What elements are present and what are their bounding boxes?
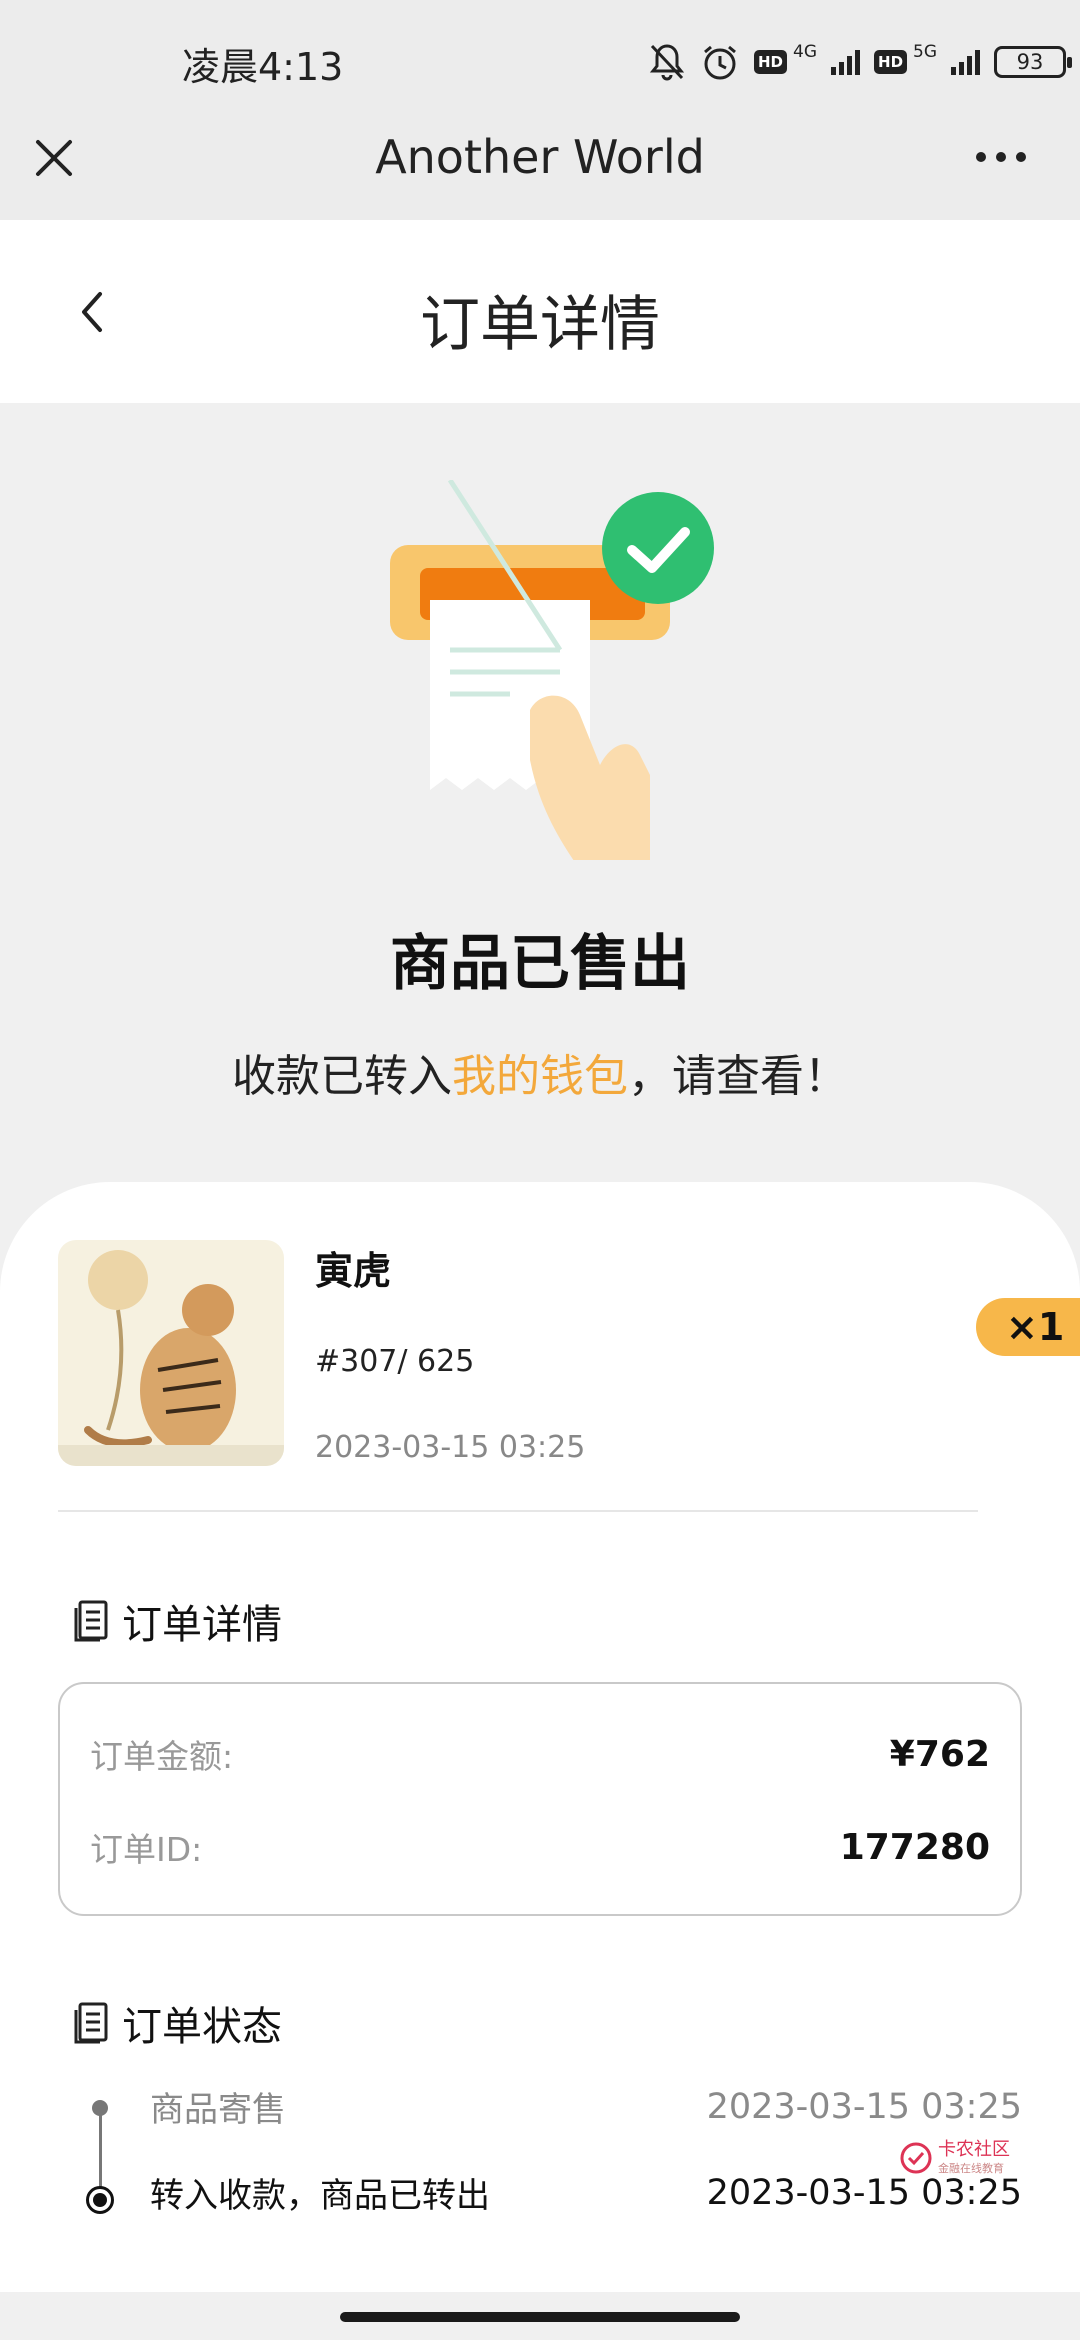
- subtitle-prefix: 收款已转入: [232, 1051, 452, 1102]
- status-icons: HD 4G HD 5G 93: [648, 38, 1073, 86]
- mute-bell-icon: [649, 44, 685, 81]
- quantity-badge: ×1: [976, 1298, 1080, 1356]
- order-id-label: 订单ID:: [90, 1830, 203, 1869]
- order-details-heading: 订单详情: [74, 1592, 282, 1650]
- hd-badge: HD: [874, 50, 908, 74]
- status-bar: 凌晨4:13 HD 4G HD 5G 93: [0, 0, 1080, 120]
- page-header: 订单详情: [0, 220, 1080, 403]
- amount-value: ¥762: [889, 1733, 990, 1775]
- receipt-illustration: [390, 480, 714, 860]
- network-type: 5G: [913, 42, 938, 62]
- sold-title: 商品已售出: [390, 929, 690, 999]
- document-icon: [74, 1600, 108, 1642]
- amount-row: 订单金额: ¥762: [90, 1729, 990, 1779]
- battery-icon: 93: [994, 46, 1073, 78]
- product-time: 2023-03-15 03:25: [315, 1430, 586, 1465]
- hd-badge: HD: [754, 50, 788, 74]
- home-indicator[interactable]: [340, 2312, 740, 2322]
- status-time: 凌晨4:13: [182, 45, 344, 89]
- watermark-subtext: 金融在线教育: [938, 2162, 1004, 2175]
- section-title: 订单详情: [122, 1602, 282, 1648]
- timeline-dot-active: [86, 2186, 114, 2214]
- bottom-bar: [0, 2292, 1080, 2340]
- mini-program-bar: Another World: [0, 120, 1080, 220]
- subtitle-suffix: ，请查看！: [628, 1051, 848, 1102]
- divider: [58, 1510, 978, 1512]
- order-id-value: 177280: [839, 1826, 990, 1868]
- step-label: 商品寄售: [150, 2090, 286, 2130]
- signal-icon: [831, 49, 861, 75]
- alarm-icon: [704, 45, 736, 80]
- document-icon: [74, 2002, 108, 2044]
- network-type: 4G: [793, 42, 818, 62]
- order-id-row: 订单ID: 177280: [90, 1822, 990, 1872]
- app-title: Another World: [375, 130, 705, 184]
- signal-icon: [951, 49, 981, 75]
- more-icon[interactable]: [976, 152, 1026, 162]
- timeline-dot: [92, 2100, 108, 2116]
- watermark-text: 卡农社区: [938, 2139, 1010, 2160]
- step-label: 转入收款，商品已转出: [150, 2176, 490, 2216]
- product-name: 寅虎: [315, 1249, 392, 1293]
- watermark: 卡农社区 金融在线教育: [900, 2140, 1010, 2176]
- kanong-logo-icon: [900, 2142, 932, 2174]
- timeline-step: 商品寄售 2023-03-15 03:25: [150, 2082, 1022, 2131]
- order-card: 寅虎 #307/ 625 2023-03-15 03:25 订单详情 订单金额:…: [0, 1182, 1080, 2292]
- order-info-box: 订单金额: ¥762 订单ID: 177280: [58, 1682, 1022, 1916]
- order-status-heading: 订单状态: [74, 1994, 282, 2052]
- step-time: 2023-03-15 03:25: [706, 2172, 1022, 2213]
- amount-label: 订单金额:: [90, 1737, 234, 1776]
- sold-subtitle: 收款已转入我的钱包，请查看！: [0, 1040, 1080, 1104]
- my-wallet-link[interactable]: 我的钱包: [452, 1051, 628, 1102]
- product-edition: #307/ 625: [315, 1344, 475, 1379]
- section-title: 订单状态: [122, 2004, 282, 2050]
- step-time: 2023-03-15 03:25: [706, 2086, 1022, 2127]
- product-image: [58, 1240, 284, 1466]
- timeline-line: [99, 2112, 102, 2196]
- timeline-step: 转入收款，商品已转出 2023-03-15 03:25: [150, 2168, 1022, 2217]
- page-title: 订单详情: [420, 290, 660, 360]
